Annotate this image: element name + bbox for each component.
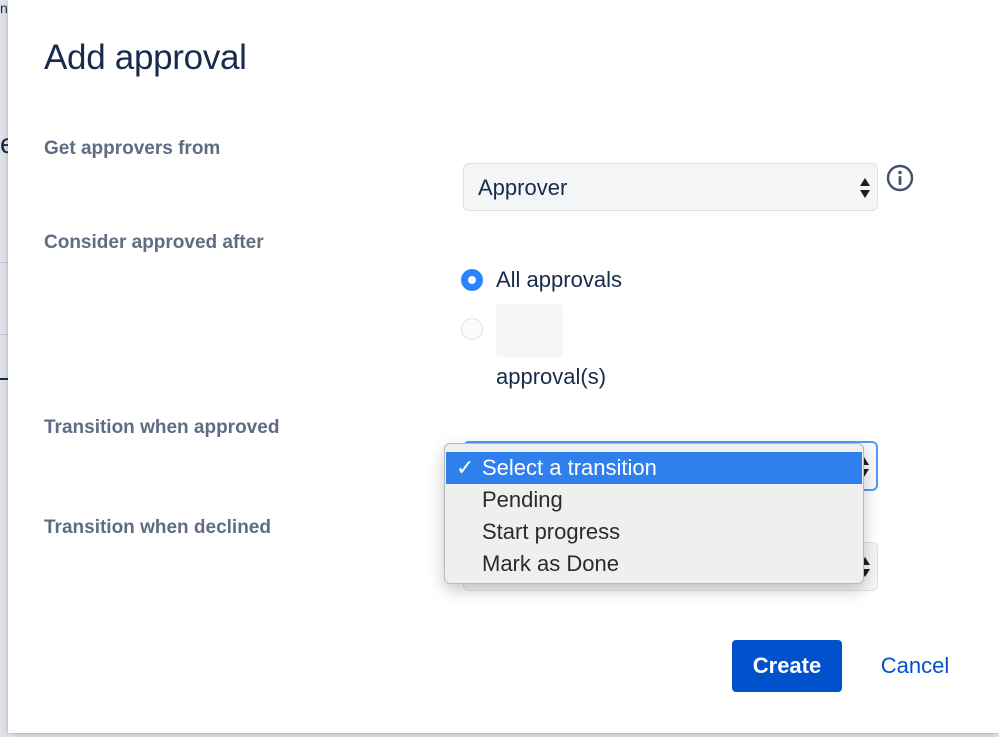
approval-count-input[interactable] (496, 304, 563, 357)
backdrop-text-fragment: n (0, 0, 8, 16)
backdrop-divider (0, 334, 8, 335)
approved-transition-label: Transition when approved (44, 417, 280, 438)
dropdown-option-label: Select a transition (482, 455, 657, 480)
approval-count-suffix: approval(s) (496, 364, 607, 389)
dropdown-option-select-transition[interactable]: ✓ Select a transition (446, 452, 862, 484)
radio-all-approvals-label: All approvals (496, 267, 622, 292)
radio-all-approvals[interactable] (461, 269, 483, 291)
approvers-select-value: Approver (478, 175, 568, 200)
add-approval-dialog: Add approval Get approvers from Approver… (8, 0, 999, 733)
dropdown-option-mark-as-done[interactable]: Mark as Done (446, 548, 862, 580)
dropdown-option-label: Pending (482, 487, 563, 512)
dropdown-option-pending[interactable]: Pending (446, 484, 862, 516)
cancel-button[interactable]: Cancel (860, 640, 970, 692)
radio-count-approvals[interactable] (461, 318, 483, 340)
dropdown-option-start-progress[interactable]: Start progress (446, 516, 862, 548)
declined-transition-label: Transition when declined (44, 517, 271, 538)
approvers-select[interactable]: Approver (463, 163, 878, 211)
check-icon: ✓ (456, 455, 475, 480)
dropdown-option-label: Start progress (482, 519, 621, 544)
info-icon[interactable] (886, 164, 914, 192)
approvers-label: Get approvers from (44, 138, 221, 159)
backdrop-divider (0, 262, 8, 263)
dialog-title: Add approval (44, 38, 247, 77)
create-button[interactable]: Create (732, 640, 842, 692)
up-down-arrows-icon (860, 178, 870, 198)
transition-dropdown-menu: ✓ Select a transition Pending Start prog… (444, 443, 864, 584)
consider-approved-label: Consider approved after (44, 232, 264, 253)
dropdown-option-label: Mark as Done (482, 551, 619, 576)
page-backdrop: n e (0, 0, 16, 737)
backdrop-divider (0, 378, 8, 380)
